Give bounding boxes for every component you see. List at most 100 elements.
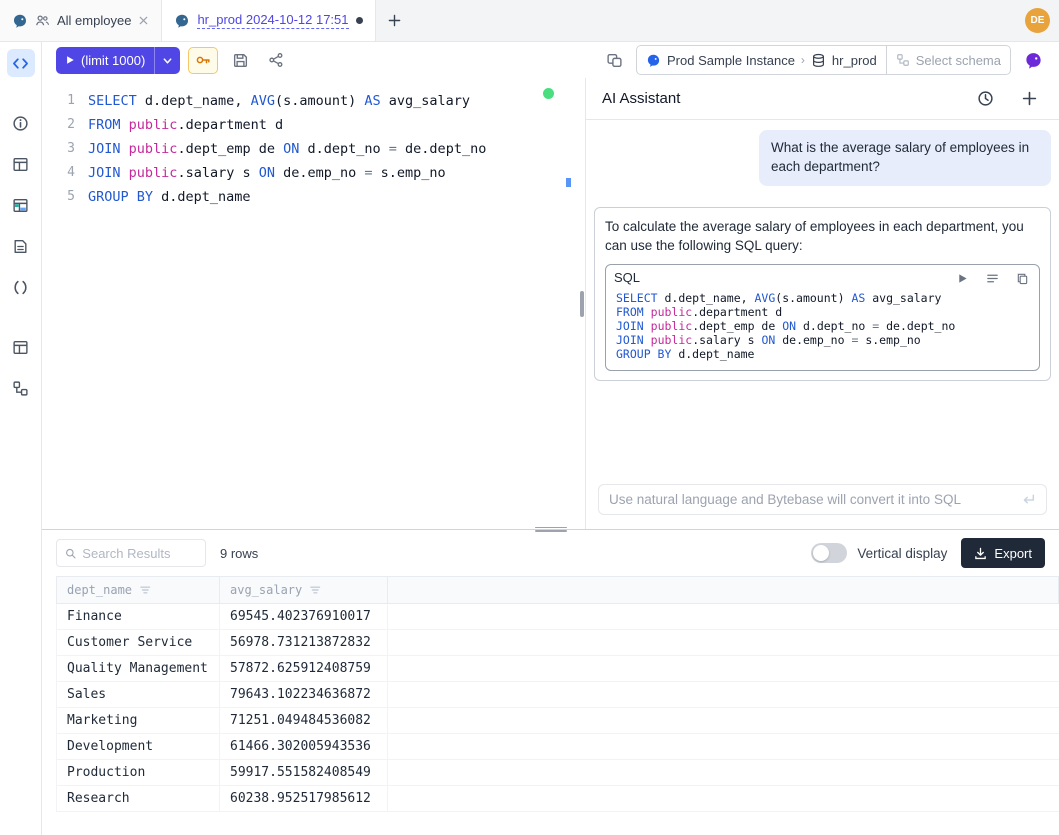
table-row[interactable]: Quality Management57872.625912408759 xyxy=(57,656,1059,682)
table-row[interactable]: Finance69545.402376910017 xyxy=(57,604,1059,630)
cell-dept-name[interactable]: Sales xyxy=(57,682,220,708)
connection-status-dot xyxy=(543,88,554,99)
results-body: Finance69545.402376910017Customer Servic… xyxy=(57,604,1059,812)
cell-avg-salary[interactable]: 59917.551582408549 xyxy=(220,760,388,786)
ai-code-line: SELECT d.dept_name, AVG(s.amount) AS avg… xyxy=(616,291,1029,305)
postgres-icon xyxy=(174,13,190,29)
tab-bar: All employee hr_prod 2024-10-12 17:51 DE xyxy=(0,0,1059,42)
answer-intro: To calculate the average salary of emplo… xyxy=(605,217,1040,256)
export-button[interactable]: Export xyxy=(961,538,1045,568)
chat-area: What is the average salary of employees … xyxy=(586,120,1059,529)
cell-dept-name[interactable]: Production xyxy=(57,760,220,786)
line-number: 2 xyxy=(42,113,75,137)
chat-history-button[interactable] xyxy=(971,85,999,112)
plus-icon xyxy=(1022,91,1037,106)
table-row[interactable]: Research60238.952517985612 xyxy=(57,786,1059,812)
sidebar-item-tables[interactable] xyxy=(7,150,35,178)
cell-avg-salary[interactable]: 79643.102234636872 xyxy=(220,682,388,708)
horizontal-splitter[interactable] xyxy=(535,525,567,533)
vertical-display-toggle[interactable] xyxy=(811,543,847,563)
code-line[interactable]: GROUP BY d.dept_name xyxy=(88,185,578,209)
share-button[interactable] xyxy=(262,47,290,74)
cell-dept-name[interactable]: Marketing xyxy=(57,708,220,734)
sort-icon[interactable] xyxy=(140,585,151,595)
cell-dept-name[interactable]: Development xyxy=(57,734,220,760)
close-tab-icon[interactable] xyxy=(138,15,149,26)
avatar[interactable]: DE xyxy=(1025,8,1050,33)
table-row[interactable]: Customer Service56978.731213872832 xyxy=(57,630,1059,656)
editor-code[interactable]: SELECT d.dept_name, AVG(s.amount) AS avg… xyxy=(88,89,578,529)
code-line[interactable]: FROM public.department d xyxy=(88,113,578,137)
format-button[interactable] xyxy=(600,47,628,74)
new-tab-button[interactable] xyxy=(376,0,414,41)
ai-code-line: JOIN public.salary s ON de.emp_no = s.em… xyxy=(616,333,1029,347)
save-button[interactable] xyxy=(226,47,254,74)
schema-select[interactable]: Select schema xyxy=(886,46,1010,74)
tab-all-employee[interactable]: All employee xyxy=(0,0,162,41)
table-row[interactable]: Production59917.551582408549 xyxy=(57,760,1059,786)
code-language-label: SQL xyxy=(614,269,953,288)
parentheses-icon xyxy=(12,279,29,296)
format-icon xyxy=(606,52,623,69)
info-icon xyxy=(12,115,29,132)
ai-assistant-panel: AI Assistant What is the average salary … xyxy=(586,78,1059,529)
sort-icon[interactable] xyxy=(310,585,321,595)
toggle-knob xyxy=(813,545,829,561)
search-results-box[interactable] xyxy=(56,539,206,567)
column-header-avg_salary[interactable]: avg_salary xyxy=(220,577,388,604)
code-line[interactable]: JOIN public.salary s ON de.emp_no = s.em… xyxy=(88,161,578,185)
search-results-input[interactable] xyxy=(82,546,197,561)
cell-avg-salary[interactable]: 71251.049484536082 xyxy=(220,708,388,734)
cell-dept-name[interactable]: Finance xyxy=(57,604,220,630)
cell-dept-name[interactable]: Research xyxy=(57,786,220,812)
insert-sql-button[interactable] xyxy=(983,269,1001,287)
cell-avg-salary[interactable]: 69545.402376910017 xyxy=(220,604,388,630)
cell-filler xyxy=(388,786,1059,812)
column-header-dept_name[interactable]: dept_name xyxy=(57,577,220,604)
cell-avg-salary[interactable]: 57872.625912408759 xyxy=(220,656,388,682)
pg-client-button[interactable] xyxy=(1019,47,1047,74)
left-sidebar xyxy=(0,42,42,835)
cell-filler xyxy=(388,630,1059,656)
table-row[interactable]: Marketing71251.049484536082 xyxy=(57,708,1059,734)
sidebar-item-editor[interactable] xyxy=(7,49,35,77)
sidebar-item-info[interactable] xyxy=(7,109,35,137)
code-line[interactable]: SELECT d.dept_name, AVG(s.amount) AS avg… xyxy=(88,89,578,113)
cell-avg-salary[interactable]: 60238.952517985612 xyxy=(220,786,388,812)
ai-input[interactable] xyxy=(609,492,1013,507)
scroll-ruler-mark xyxy=(566,178,571,187)
copy-sql-button[interactable] xyxy=(1013,269,1031,287)
new-chat-button[interactable] xyxy=(1015,85,1043,112)
table-row[interactable]: Development61466.302005943536 xyxy=(57,734,1059,760)
play-icon xyxy=(65,55,75,65)
admin-mode-button[interactable] xyxy=(188,47,218,74)
execute-sql-button[interactable] xyxy=(953,269,971,287)
vertical-splitter[interactable] xyxy=(578,78,586,529)
code-line[interactable]: JOIN public.dept_emp de ON d.dept_no = d… xyxy=(88,137,578,161)
sidebar-item-schema-diagram[interactable] xyxy=(7,374,35,402)
cell-filler xyxy=(388,682,1059,708)
code-block-header: SQL xyxy=(606,265,1039,289)
results-panel: 9 rows Vertical display Export dept_name… xyxy=(42,529,1059,835)
cell-avg-salary[interactable]: 56978.731213872832 xyxy=(220,630,388,656)
splitter-handle[interactable] xyxy=(580,291,584,317)
cell-filler xyxy=(388,734,1059,760)
tab-hr-prod[interactable]: hr_prod 2024-10-12 17:51 xyxy=(162,0,375,41)
play-icon xyxy=(957,273,968,284)
cell-dept-name[interactable]: Customer Service xyxy=(57,630,220,656)
sidebar-item-worksheet[interactable] xyxy=(7,232,35,260)
sidebar-item-result-tables[interactable] xyxy=(7,333,35,361)
run-button[interactable]: (limit 1000) xyxy=(56,47,180,74)
schema-icon xyxy=(896,53,910,67)
instance-selector[interactable]: Prod Sample Instance › hr_prod xyxy=(637,46,886,74)
editor-toolbar: (limit 1000) Prod Sample Instance xyxy=(42,42,1059,78)
cell-avg-salary[interactable]: 61466.302005943536 xyxy=(220,734,388,760)
sidebar-item-data[interactable] xyxy=(7,191,35,219)
sql-editor[interactable]: 12345 SELECT d.dept_name, AVG(s.amount) … xyxy=(42,78,578,529)
run-options-caret[interactable] xyxy=(155,55,180,66)
ai-code-line: GROUP BY d.dept_name xyxy=(616,347,1029,361)
sidebar-item-functions[interactable] xyxy=(7,273,35,301)
run-label: (limit 1000) xyxy=(81,53,145,68)
table-row[interactable]: Sales79643.102234636872 xyxy=(57,682,1059,708)
cell-dept-name[interactable]: Quality Management xyxy=(57,656,220,682)
